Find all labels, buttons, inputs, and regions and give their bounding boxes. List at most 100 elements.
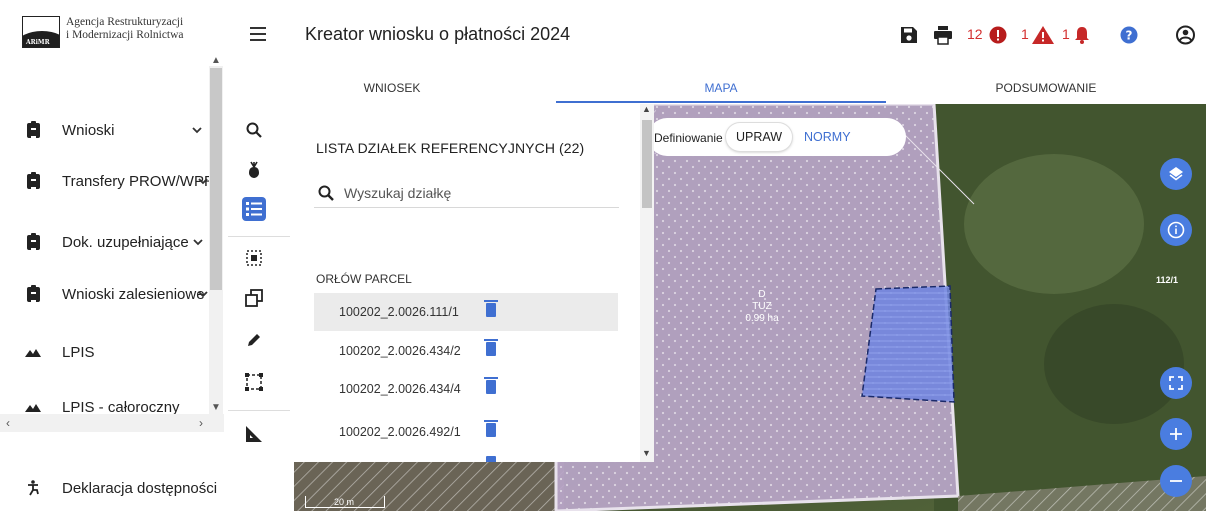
parcel-row[interactable]: 100202_2.0026.111/1: [314, 293, 618, 331]
account-icon[interactable]: [1176, 24, 1195, 46]
sidebar: ARiMR Agencja Restrukturyzacji i Moderni…: [0, 0, 228, 511]
parcel-search-input[interactable]: [344, 180, 614, 206]
map-scale-label: 20 m: [334, 497, 355, 507]
parcel-list-title: LISTA DZIAŁEK REFERENCYJNYCH (22): [316, 140, 585, 156]
chevron-down-icon[interactable]: [196, 174, 210, 188]
logo[interactable]: ARiMR Agencja Restrukturyzacji i Moderni…: [22, 16, 184, 48]
tool-edit[interactable]: [242, 328, 266, 352]
tool-copy-shape[interactable]: [242, 286, 266, 310]
map-toolbar: [228, 104, 294, 511]
list-icon: [246, 202, 262, 216]
sidebar-item-accessibility[interactable]: Deklaracja dostępności: [0, 468, 217, 508]
parcel-group-title: ORŁÓW PARCEL: [316, 272, 412, 286]
notification-count: 1: [1062, 26, 1070, 42]
info-button[interactable]: [1160, 214, 1192, 246]
tab-wniosek[interactable]: WNIOSEK: [228, 71, 556, 105]
clipboard-icon: [25, 171, 41, 189]
sidebar-item-label: Deklaracja dostępności: [62, 479, 218, 497]
error-count: 12: [967, 26, 983, 42]
help-icon[interactable]: ?: [1120, 24, 1138, 46]
bounding-box-icon: [245, 373, 263, 391]
chevron-down-icon[interactable]: [196, 287, 210, 301]
parcel-id: 100202_2.0026.111/1: [339, 305, 459, 319]
zoom-in-icon: [1170, 428, 1182, 440]
page-title: Kreator wniosku o płatności 2024: [305, 24, 571, 44]
tab-podsumowanie[interactable]: PODSUMOWANIE: [886, 71, 1206, 105]
delete-icon[interactable]: [484, 300, 498, 317]
arimr-logo-icon: ARiMR: [22, 16, 60, 48]
error-icon[interactable]: [989, 24, 1007, 46]
chevron-down-icon[interactable]: [190, 123, 204, 137]
sidebar-item-lpis[interactable]: LPIS: [0, 332, 208, 372]
scroll-up-icon[interactable]: ▲: [642, 104, 651, 114]
parcel-list-scroll-thumb[interactable]: [642, 120, 652, 208]
map-parcel-number: 112/1: [1156, 275, 1179, 285]
fullscreen-icon: [1169, 376, 1183, 390]
search-icon: [318, 185, 334, 201]
sidebar-item-dok-uzupelniajace[interactable]: Dok. uzupełniające: [0, 222, 208, 262]
parcel-row[interactable]: 100202_2.0026.492/1: [314, 413, 618, 451]
scroll-down-icon[interactable]: ▼: [642, 448, 651, 458]
sidebar-item-label: Wnioski: [62, 121, 115, 139]
delete-icon[interactable]: [484, 420, 498, 437]
tool-crop[interactable]: [242, 158, 266, 182]
accessibility-icon: [25, 480, 41, 496]
save-icon[interactable]: [900, 24, 918, 46]
print-icon[interactable]: [933, 24, 953, 46]
tool-bounding-box[interactable]: [242, 370, 266, 394]
tool-parcel-list[interactable]: [242, 197, 266, 221]
mode-label: Definiowanie: [654, 131, 723, 145]
mode-toggle: Definiowanie UPRAW NORMY: [648, 118, 906, 156]
parcel-row[interactable]: 100202_2.0026.434/2: [314, 332, 618, 370]
parcel-id: 100202_2.0026.434/4: [339, 382, 461, 396]
info-icon: [1167, 221, 1185, 239]
sidebar-item-transfery[interactable]: Transfery PROW/WPR: [0, 161, 215, 201]
parcel-id: 100202_2.0026.492/1: [339, 425, 461, 439]
toolbar-divider: [228, 410, 290, 411]
zoom-out-button[interactable]: [1160, 465, 1192, 497]
map-parcel-label: D TUZ 0.99 ha: [745, 289, 779, 324]
crop-icon: [249, 161, 259, 178]
sidebar-item-wnioski[interactable]: Wnioski: [0, 110, 208, 150]
tool-measure[interactable]: [242, 422, 266, 446]
scroll-right-icon[interactable]: ›: [199, 416, 203, 430]
copy-shape-icon: [245, 289, 263, 307]
terrain-icon: [25, 344, 41, 360]
delete-icon[interactable]: [484, 339, 498, 356]
terrain-icon: [25, 399, 41, 415]
delete-icon[interactable]: [486, 456, 496, 462]
tool-search[interactable]: [242, 118, 266, 142]
chevron-down-icon[interactable]: [191, 235, 205, 249]
layers-icon: [1169, 167, 1183, 181]
layers-button[interactable]: [1160, 158, 1192, 190]
sidebar-item-label: LPIS: [62, 343, 95, 361]
mode-normy-button[interactable]: NORMY: [794, 123, 861, 151]
zoom-out-icon: [1170, 480, 1182, 482]
scroll-left-icon[interactable]: ‹: [6, 416, 10, 430]
parcel-row[interactable]: 100202_2.0026.434/4: [314, 370, 618, 408]
scroll-up-icon[interactable]: ▲: [211, 55, 221, 66]
hamburger-menu-icon[interactable]: [250, 27, 266, 41]
sidebar-scroll-thumb[interactable]: [210, 68, 222, 290]
zoom-in-button[interactable]: [1160, 418, 1192, 450]
parcel-list-panel: LISTA DZIAŁEK REFERENCYJNYCH (22) ORŁÓW …: [294, 104, 654, 462]
active-tab-indicator: [556, 101, 886, 103]
clipboard-icon: [25, 284, 41, 302]
tab-mapa[interactable]: MAPA: [556, 71, 886, 105]
fullscreen-button[interactable]: [1160, 367, 1192, 399]
search-icon: [246, 122, 262, 138]
scroll-down-icon[interactable]: ▼: [211, 402, 221, 413]
pencil-icon: [248, 334, 260, 346]
sidebar-item-label: Dok. uzupełniające: [62, 233, 189, 251]
clipboard-icon: [25, 120, 41, 138]
warning-icon[interactable]: [1032, 24, 1054, 46]
toolbar-divider: [228, 236, 290, 237]
mode-upraw-button[interactable]: UPRAW: [726, 123, 793, 151]
clipboard-icon: [25, 232, 41, 250]
tool-select-area[interactable]: [242, 246, 266, 270]
delete-icon[interactable]: [484, 377, 498, 394]
bell-icon[interactable]: [1074, 24, 1090, 46]
parcel-id: 100202_2.0026.434/2: [339, 344, 461, 358]
sidebar-item-wnioski-zalesieniowe[interactable]: Wnioski zalesieniowe: [0, 274, 208, 314]
sidebar-horizontal-scrollbar[interactable]: ‹ ›: [0, 414, 224, 432]
